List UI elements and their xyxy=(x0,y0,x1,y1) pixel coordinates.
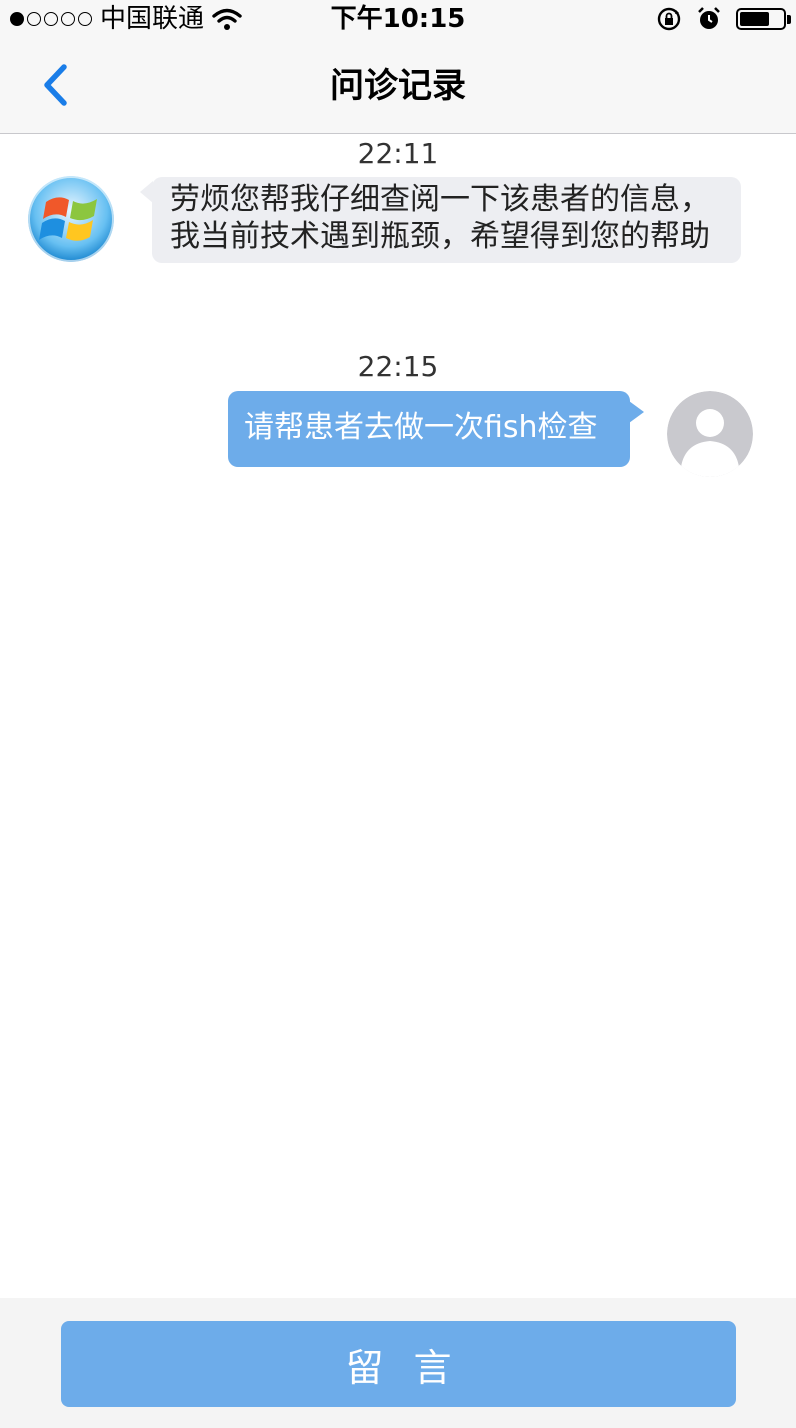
outgoing-message-bubble[interactable]: 请帮患者去做一次fish检查 xyxy=(228,391,630,467)
default-user-icon xyxy=(667,391,753,477)
battery-icon xyxy=(736,8,791,30)
nav-bar: 问诊记录 xyxy=(0,40,796,134)
user-avatar[interactable] xyxy=(667,391,753,477)
leave-message-button[interactable]: 留言 xyxy=(61,1321,736,1407)
bottom-bar: 留言 xyxy=(0,1298,796,1428)
alarm-icon xyxy=(698,7,720,29)
message-timestamp: 22:15 xyxy=(357,350,439,383)
incoming-message-bubble[interactable]: 劳烦您帮我仔细查阅一下该患者的信息，我当前技术遇到瓶颈，希望得到您的帮助 xyxy=(152,177,741,263)
sender-avatar[interactable] xyxy=(28,176,114,262)
windows-logo-icon xyxy=(28,176,114,262)
chat-history[interactable]: 22:11 劳烦您帮我仔细查阅一下该患者的信息，我当前技术遇到瓶颈，希望得到您的… xyxy=(0,135,796,1298)
page-title: 问诊记录 xyxy=(330,66,466,106)
orientation-lock-icon xyxy=(657,7,681,31)
status-bar: 中国联通 下午10:15 xyxy=(0,0,796,40)
message-timestamp: 22:11 xyxy=(357,137,439,170)
bubble-tail xyxy=(629,401,644,423)
status-right xyxy=(656,6,791,32)
